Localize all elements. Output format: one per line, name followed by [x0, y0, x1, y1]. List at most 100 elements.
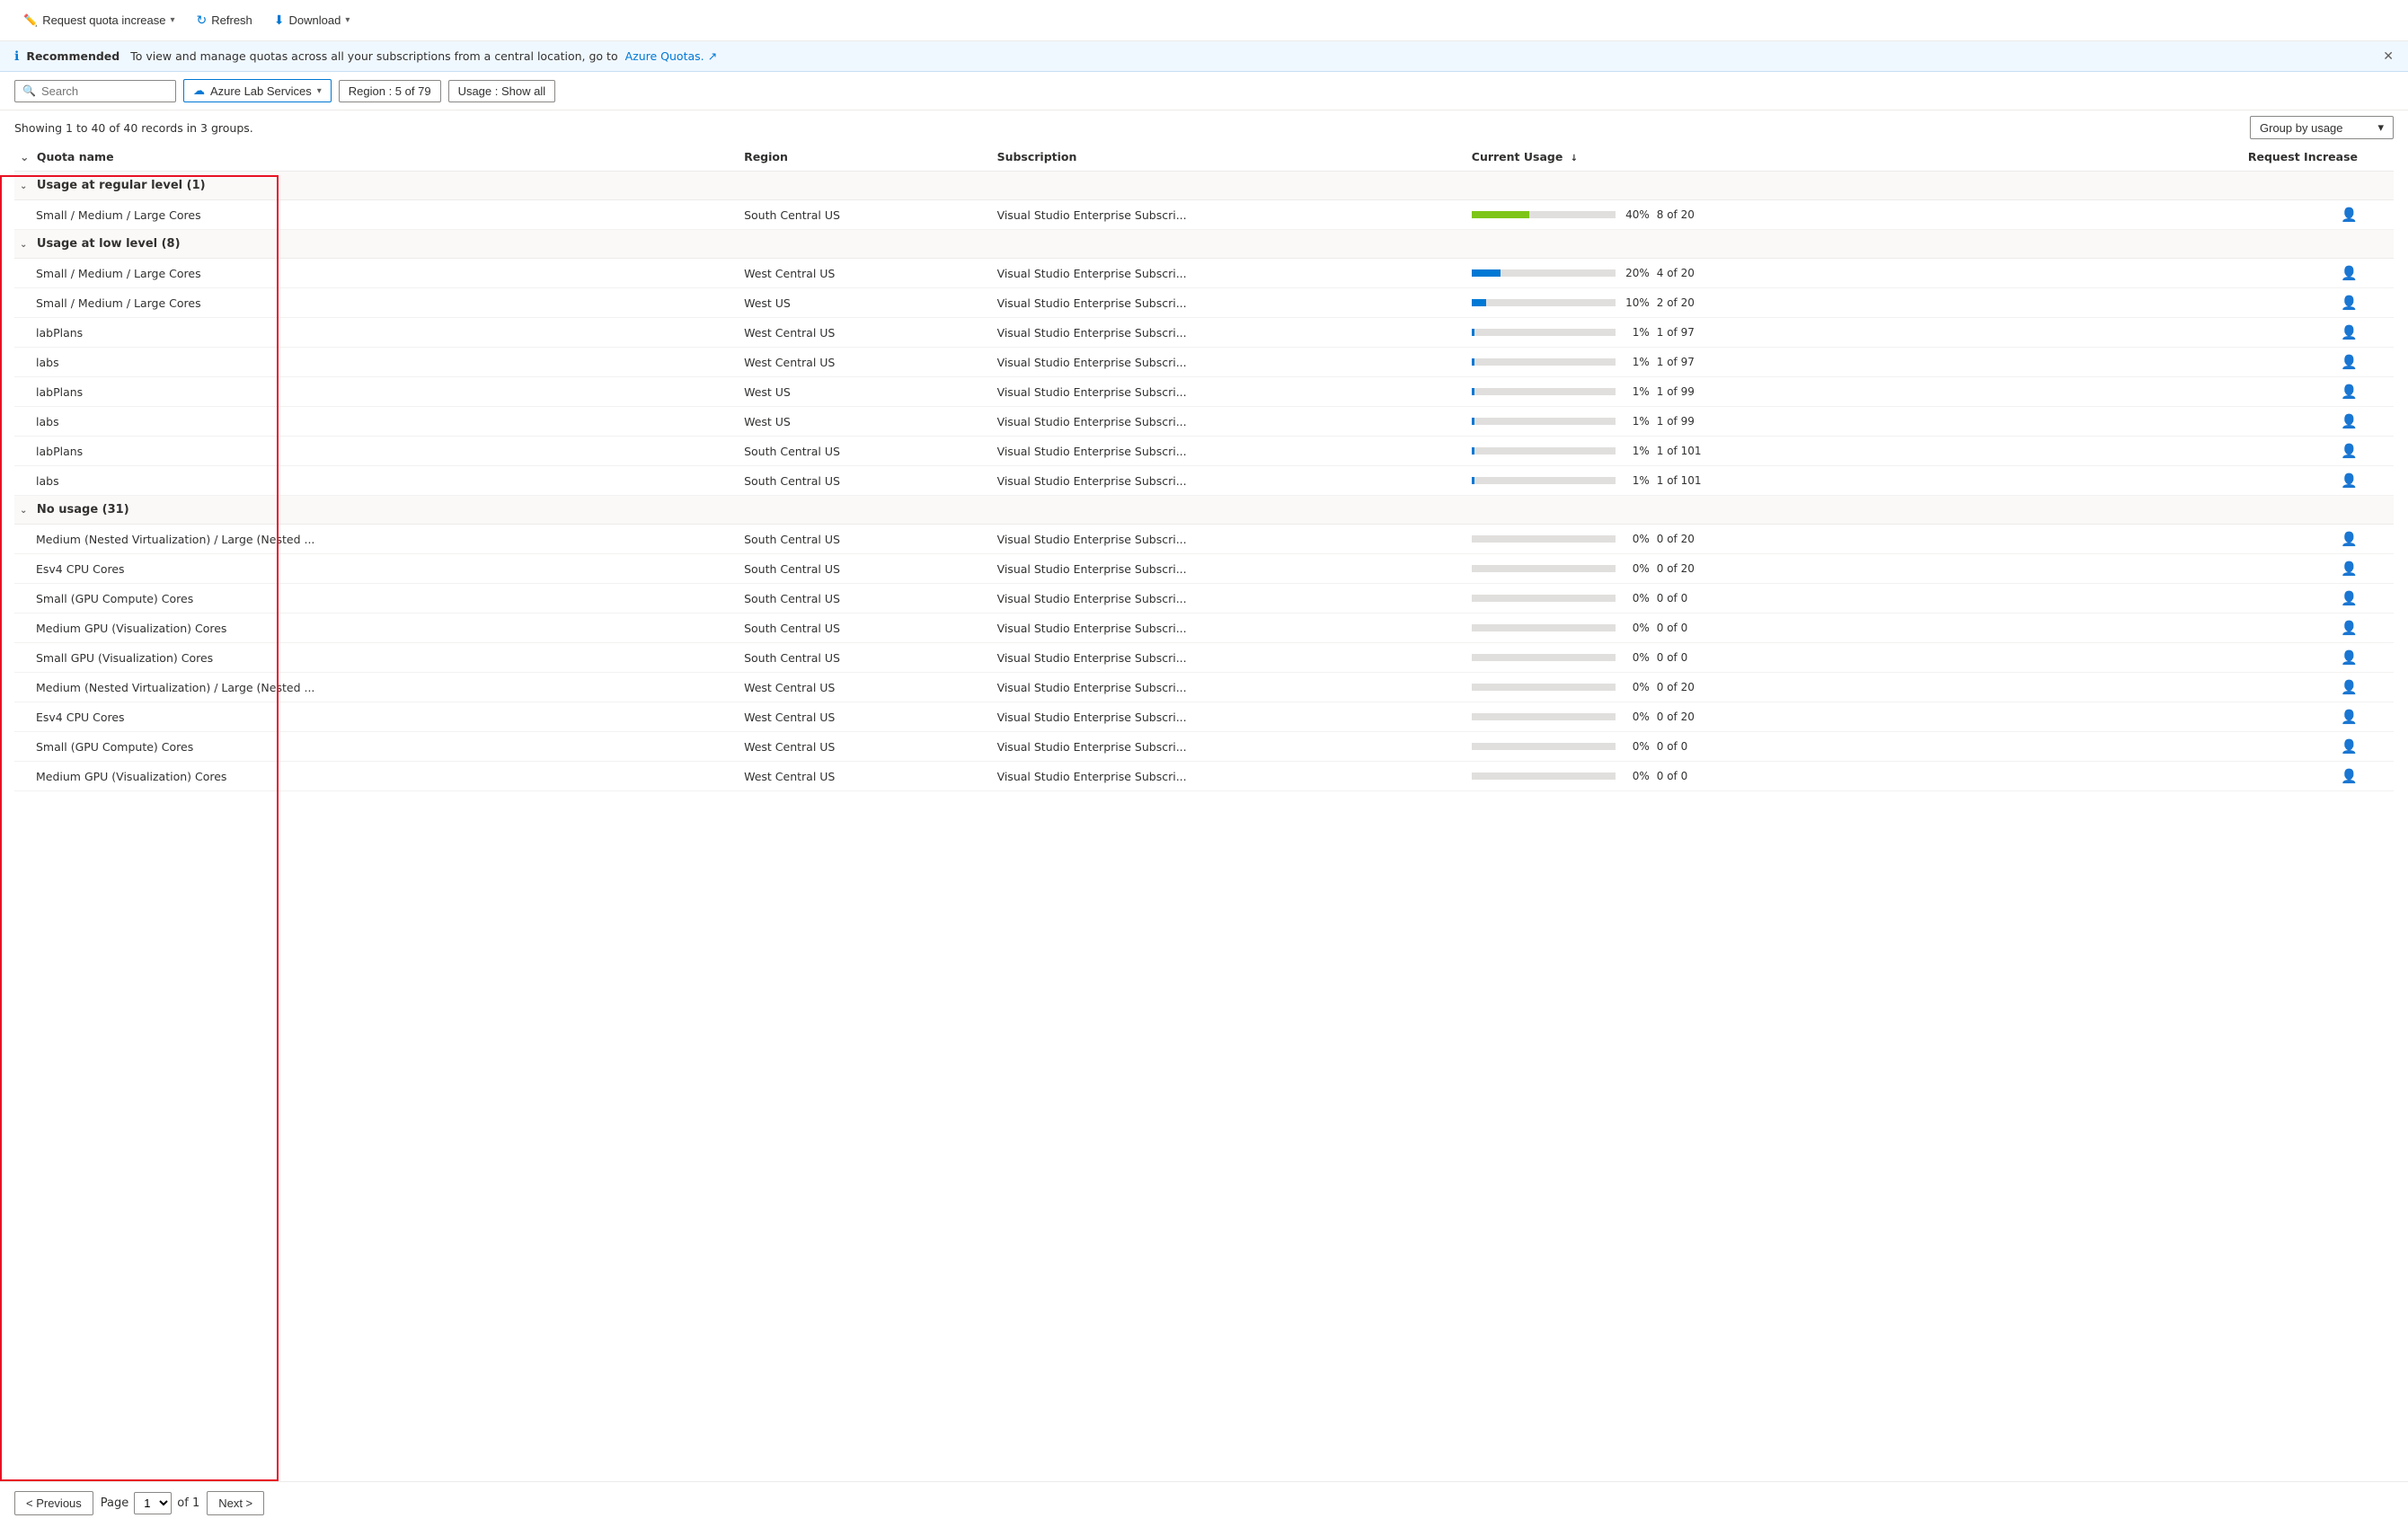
table-row: Esv4 CPU Cores South Central US Visual S…	[14, 554, 2394, 584]
request-increase-icon[interactable]: 👤	[2341, 384, 2358, 400]
page-select[interactable]: 1	[134, 1492, 172, 1514]
group-header-no_usage: ⌄ No usage (31)	[14, 496, 2394, 525]
usage-bar-fill	[1472, 329, 1474, 336]
download-button[interactable]: ⬇ Download ▾	[265, 7, 359, 33]
request-increase-icon[interactable]: 👤	[2341, 324, 2358, 340]
quota-name-cell: Small (GPU Compute) Cores	[14, 732, 739, 762]
region-filter-label: Region : 5 of 79	[349, 84, 431, 98]
request-increase-icon[interactable]: 👤	[2341, 265, 2358, 281]
usage-count: 0 of 0	[1657, 770, 1687, 782]
refresh-button[interactable]: ↻ Refresh	[188, 7, 261, 33]
quota-name-cell: labPlans	[14, 437, 739, 466]
table-row: labPlans South Central US Visual Studio …	[14, 437, 2394, 466]
col-header-current-usage[interactable]: Current Usage ↓	[1466, 143, 2036, 172]
quota-name-cell: labs	[14, 466, 739, 496]
request-increase-icon[interactable]: 👤	[2341, 709, 2358, 725]
search-input[interactable]	[41, 84, 168, 98]
region-cell: South Central US	[739, 525, 991, 554]
edit-icon: ✏️	[23, 13, 38, 28]
usage-bar-fill	[1472, 358, 1474, 366]
table-row: labs West Central US Visual Studio Enter…	[14, 348, 2394, 377]
search-icon: 🔍	[22, 84, 36, 97]
request-increase-cell: 👤	[2036, 702, 2394, 732]
request-increase-icon[interactable]: 👤	[2341, 354, 2358, 370]
table-container: ⌄ Quota name Region Subscription Current…	[0, 143, 2408, 1481]
subscription-cell: Visual Studio Enterprise Subscri...	[992, 584, 1466, 614]
request-increase-icon[interactable]: 👤	[2341, 768, 2358, 784]
refresh-label: Refresh	[211, 13, 252, 27]
quota-name-cell: Small GPU (Visualization) Cores	[14, 643, 739, 673]
usage-filter-button[interactable]: Usage : Show all	[448, 80, 556, 102]
request-increase-cell: 👤	[2036, 377, 2394, 407]
quota-name-cell: Medium GPU (Visualization) Cores	[14, 762, 739, 791]
request-increase-cell: 👤	[2036, 348, 2394, 377]
next-button[interactable]: Next >	[207, 1491, 264, 1515]
request-increase-icon[interactable]: 👤	[2341, 413, 2358, 429]
usage-cell: 1% 1 of 97	[1466, 318, 2036, 348]
usage-cell: 0% 0 of 0	[1466, 584, 2036, 614]
usage-count: 4 of 20	[1657, 267, 1695, 279]
usage-bar-wrap	[1472, 565, 1616, 572]
request-increase-icon[interactable]: 👤	[2341, 561, 2358, 577]
table-row: Small (GPU Compute) Cores West Central U…	[14, 732, 2394, 762]
usage-cell: 1% 1 of 99	[1466, 377, 2036, 407]
usage-pct: 0%	[1623, 651, 1650, 664]
subscription-cell: Visual Studio Enterprise Subscri...	[992, 437, 1466, 466]
previous-button[interactable]: < Previous	[14, 1491, 93, 1515]
recommended-label: Recommended	[26, 49, 120, 63]
usage-cell: 1% 1 of 99	[1466, 407, 2036, 437]
usage-bar-wrap	[1472, 624, 1616, 631]
usage-count: 0 of 0	[1657, 622, 1687, 634]
group-toggle-regular[interactable]: ⌄	[20, 181, 27, 191]
usage-bar-wrap	[1472, 211, 1616, 218]
col-quota-toggle[interactable]: ⌄	[20, 150, 29, 163]
request-increase-icon[interactable]: 👤	[2341, 531, 2358, 547]
usage-bar-wrap	[1472, 299, 1616, 306]
request-increase-icon[interactable]: 👤	[2341, 679, 2358, 695]
service-filter-button[interactable]: ☁ Azure Lab Services ▾	[183, 79, 332, 102]
region-cell: South Central US	[739, 466, 991, 496]
col-header-quota-name[interactable]: ⌄ Quota name	[14, 143, 739, 172]
usage-bar-wrap	[1472, 447, 1616, 455]
usage-pct: 0%	[1623, 622, 1650, 634]
usage-bar-wrap	[1472, 418, 1616, 425]
request-increase-icon[interactable]: 👤	[2341, 649, 2358, 666]
azure-quotas-link[interactable]: Azure Quotas. ↗	[625, 49, 718, 63]
subscription-cell: Visual Studio Enterprise Subscri...	[992, 348, 1466, 377]
table-row: Esv4 CPU Cores West Central US Visual St…	[14, 702, 2394, 732]
quota-name-cell: labPlans	[14, 377, 739, 407]
col-quota-name-label: Quota name	[37, 150, 114, 163]
group-toggle-low[interactable]: ⌄	[20, 240, 27, 250]
request-increase-icon[interactable]: 👤	[2341, 590, 2358, 606]
usage-bar-wrap	[1472, 684, 1616, 691]
request-increase-cell: 👤	[2036, 200, 2394, 230]
group-toggle-no_usage[interactable]: ⌄	[20, 506, 27, 516]
usage-bar-fill	[1472, 211, 1529, 218]
table-row: Small / Medium / Large Cores West US Vis…	[14, 288, 2394, 318]
quota-name-cell: Small / Medium / Large Cores	[14, 200, 739, 230]
request-increase-icon[interactable]: 👤	[2341, 295, 2358, 311]
region-filter-button[interactable]: Region : 5 of 79	[339, 80, 441, 102]
request-increase-icon[interactable]: 👤	[2341, 738, 2358, 755]
subscription-cell: Visual Studio Enterprise Subscri...	[992, 614, 1466, 643]
quota-name-cell: Small (GPU Compute) Cores	[14, 584, 739, 614]
request-increase-icon[interactable]: 👤	[2341, 443, 2358, 459]
request-increase-cell: 👤	[2036, 437, 2394, 466]
usage-count: 2 of 20	[1657, 296, 1695, 309]
table-row: labPlans West US Visual Studio Enterpris…	[14, 377, 2394, 407]
group-by-dropdown[interactable]: Group by usage ▾	[2250, 116, 2394, 139]
usage-pct: 0%	[1623, 562, 1650, 575]
request-increase-icon[interactable]: 👤	[2341, 207, 2358, 223]
request-increase-icon[interactable]: 👤	[2341, 620, 2358, 636]
table-row: Medium GPU (Visualization) Cores South C…	[14, 614, 2394, 643]
request-increase-icon[interactable]: 👤	[2341, 472, 2358, 489]
search-box[interactable]: 🔍	[14, 80, 176, 102]
usage-bar-wrap	[1472, 388, 1616, 395]
banner-close-button[interactable]: ✕	[2383, 49, 2394, 64]
usage-pct: 40%	[1623, 208, 1650, 221]
usage-pct: 1%	[1623, 445, 1650, 457]
region-cell: West US	[739, 407, 991, 437]
usage-cell: 0% 0 of 0	[1466, 643, 2036, 673]
subscription-cell: Visual Studio Enterprise Subscri...	[992, 525, 1466, 554]
request-quota-button[interactable]: ✏️ Request quota increase ▾	[14, 8, 184, 33]
